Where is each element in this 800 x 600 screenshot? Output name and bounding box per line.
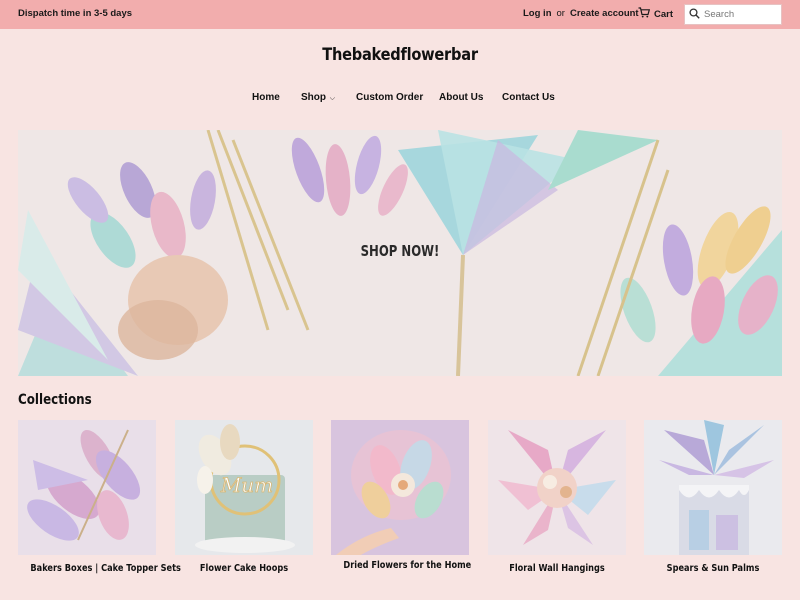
cart-link[interactable]: Cart	[638, 7, 673, 21]
nav-about-us[interactable]: About Us	[439, 92, 483, 103]
chevron-down-icon: ⌵	[329, 95, 336, 102]
login-link[interactable]: Log in	[523, 8, 552, 19]
account-links: Log in or Create account	[523, 8, 639, 19]
announcement-text: Dispatch time in 3-5 days	[18, 8, 133, 19]
collection-label[interactable]: Floral Wall Hangings	[500, 563, 613, 574]
collection-label[interactable]: Dried Flowers for the Home	[343, 560, 471, 571]
hero-cta-text[interactable]: SHOP NOW!	[102, 242, 698, 260]
collection-card-flower-cake-hoops[interactable]: Mum Flower Cake Hoops	[175, 420, 313, 574]
main-nav: Home Shop ⌵ Custom Order About Us Contac…	[0, 92, 800, 106]
collection-label[interactable]: Spears & Sun Palms	[656, 563, 769, 574]
collection-image: Mum	[175, 420, 313, 555]
cart-icon	[638, 7, 651, 21]
collection-image	[644, 420, 782, 555]
nav-home[interactable]: Home	[252, 92, 280, 103]
search-icon[interactable]	[689, 6, 700, 24]
site-logo[interactable]: Thebakedflowerbar	[56, 45, 744, 65]
nav-shop-label: Shop	[301, 92, 326, 103]
nav-shop[interactable]: Shop ⌵	[301, 92, 335, 103]
create-account-link[interactable]: Create account	[570, 8, 639, 19]
collection-label[interactable]: Bakers Boxes | Cake Topper Sets	[30, 563, 180, 574]
cart-label: Cart	[654, 8, 674, 20]
collection-card-dried-flowers-home[interactable]: Dried Flowers for the Home	[331, 420, 471, 571]
nav-contact-us[interactable]: Contact Us	[502, 92, 555, 103]
announcement-bar: Dispatch time in 3-5 days Log in or Create…	[0, 0, 800, 29]
collection-card-spears-sun-palms[interactable]: Spears & Sun Palms	[644, 420, 782, 574]
collection-image	[331, 420, 469, 555]
collection-label[interactable]: Flower Cake Hoops	[187, 563, 300, 574]
collection-card-bakers-boxes[interactable]: Bakers Boxes | Cake Topper Sets	[18, 420, 181, 574]
search-box	[684, 4, 782, 25]
nav-custom-order[interactable]: Custom Order	[356, 92, 423, 103]
account-or-text: or	[556, 8, 565, 19]
cake-topper-text: Mum	[220, 473, 273, 497]
collection-image	[488, 420, 626, 555]
collections-heading: Collections	[18, 392, 92, 408]
hero-banner[interactable]: SHOP NOW!	[18, 130, 782, 376]
search-input[interactable]	[704, 9, 780, 20]
collection-card-floral-wall-hangings[interactable]: Floral Wall Hangings	[488, 420, 626, 574]
collection-image	[18, 420, 156, 555]
